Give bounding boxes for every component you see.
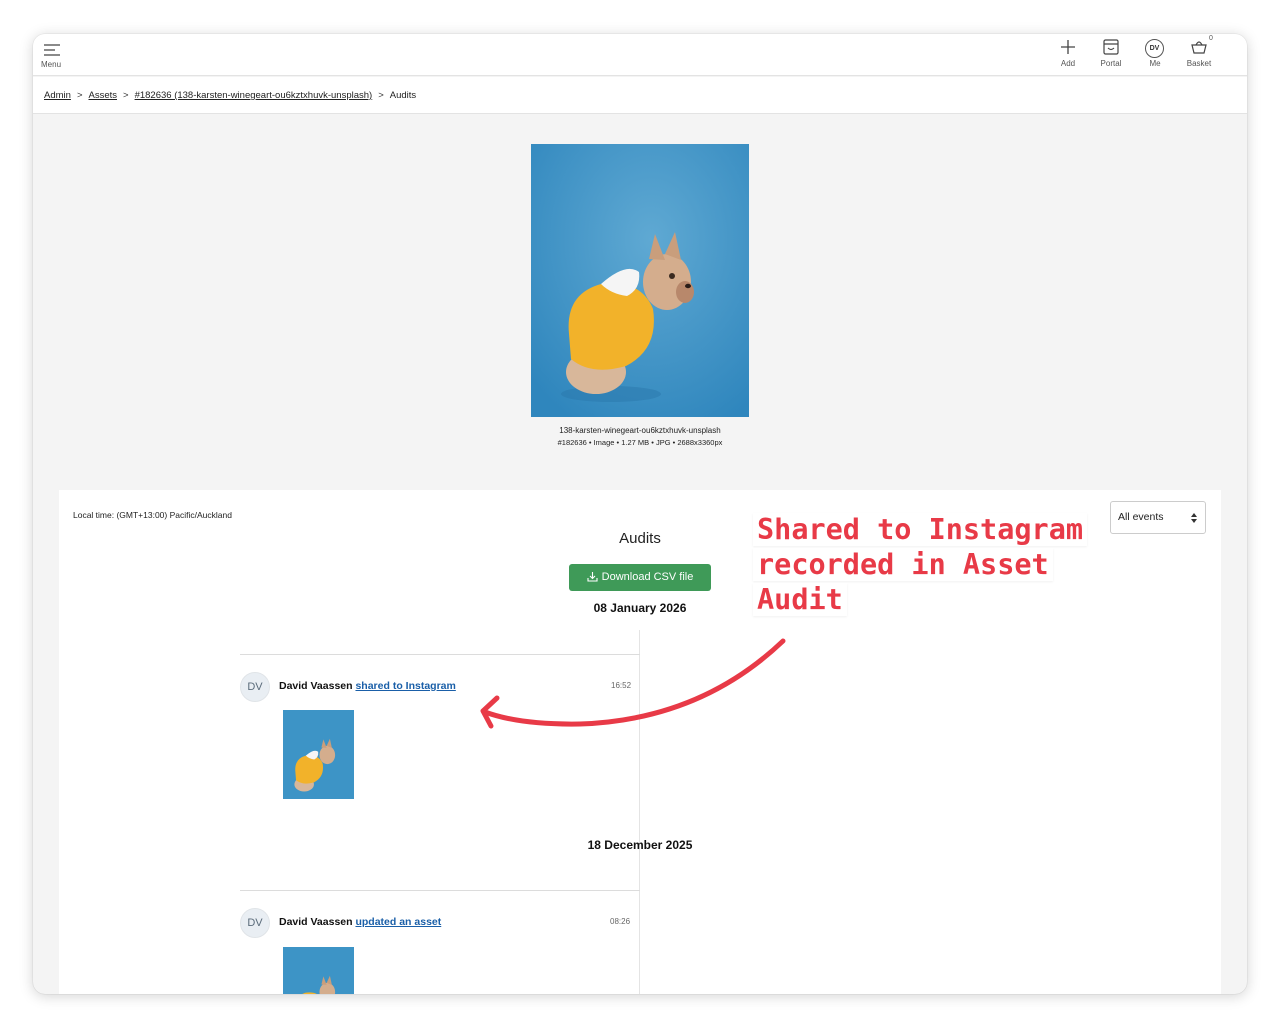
events-filter-value: All events [1118, 511, 1164, 523]
divider [240, 654, 640, 655]
annotation-line: Shared to Instagram [753, 513, 1088, 546]
entry-avatar: DV [240, 908, 270, 938]
entry-thumbnail[interactable] [283, 710, 354, 799]
asset-file-name: 138-karsten-winegeart-ou6kztxhuvk-unspla… [559, 426, 721, 435]
dog-thumbnail-icon [283, 710, 354, 799]
basket-label: Basket [1186, 59, 1212, 68]
download-csv-button[interactable]: Download CSV file [569, 564, 711, 591]
add-button[interactable]: Add [1048, 38, 1088, 72]
add-label: Add [1060, 59, 1076, 68]
top-bar: Menu Add Portal DV Me 0 Basket [33, 34, 1247, 76]
portal-label: Portal [1100, 59, 1122, 68]
entry-user: David Vaassen [279, 916, 353, 928]
date-heading: 08 January 2026 [593, 601, 687, 615]
breadcrumb-asset[interactable]: #182636 (138-karsten-winegeart-ou6kztxhu… [135, 90, 373, 101]
audit-entry-text: David Vaassen updated an asset [279, 916, 441, 928]
breadcrumb-separator: > [76, 90, 83, 101]
breadcrumb-assets[interactable]: Assets [89, 90, 118, 101]
basket-count: 0 [1209, 35, 1213, 42]
annotation-callout: Shared to Instagram recorded in Asset Au… [753, 512, 1113, 617]
entry-user: David Vaassen [279, 680, 353, 692]
entry-action-link[interactable]: shared to Instagram [355, 680, 455, 692]
menu-button[interactable]: Menu [41, 40, 71, 72]
menu-label: Menu [41, 60, 62, 69]
hamburger-icon [44, 44, 60, 56]
asset-preview-image[interactable] [531, 144, 749, 417]
asset-meta: #182636 • Image • 1.27 MB • JPG • 2688x3… [557, 438, 723, 447]
audit-entry-text: David Vaassen shared to Instagram [279, 680, 456, 692]
timeline-line [639, 630, 640, 994]
basket-button[interactable]: 0 Basket [1179, 35, 1219, 72]
portal-icon [1103, 39, 1119, 55]
portal-button[interactable]: Portal [1091, 38, 1131, 72]
plus-icon [1061, 40, 1075, 54]
breadcrumb-admin[interactable]: Admin [44, 90, 71, 101]
breadcrumb-separator: > [378, 90, 384, 101]
breadcrumb: Admin > Assets > #182636 (138-karsten-winege… [33, 77, 1247, 114]
entry-time: 08:26 [610, 917, 631, 926]
entry-time: 16:52 [611, 681, 632, 690]
entry-action-link[interactable]: updated an asset [355, 916, 441, 928]
download-icon [587, 572, 598, 582]
dog-photo-icon [531, 144, 749, 417]
breadcrumb-current: Audits [389, 90, 417, 101]
me-label: Me [1149, 59, 1161, 68]
breadcrumb-separator: > [123, 90, 129, 101]
user-avatar: DV [1145, 39, 1164, 58]
divider [240, 890, 640, 891]
local-time: Local time: (GMT+13:00) Pacific/Auckland [73, 510, 232, 520]
entry-avatar: DV [240, 672, 270, 702]
entry-thumbnail[interactable] [283, 947, 354, 994]
select-arrows-icon [1191, 513, 1197, 523]
annotation-line: Audit [753, 583, 847, 616]
me-button[interactable]: DV Me [1135, 38, 1175, 72]
download-csv-label: Download CSV file [601, 571, 694, 583]
annotation-line: recorded in Asset [753, 548, 1053, 581]
basket-icon [1191, 41, 1207, 54]
dog-thumbnail-icon [283, 947, 354, 994]
date-heading: 18 December 2025 [587, 838, 693, 852]
